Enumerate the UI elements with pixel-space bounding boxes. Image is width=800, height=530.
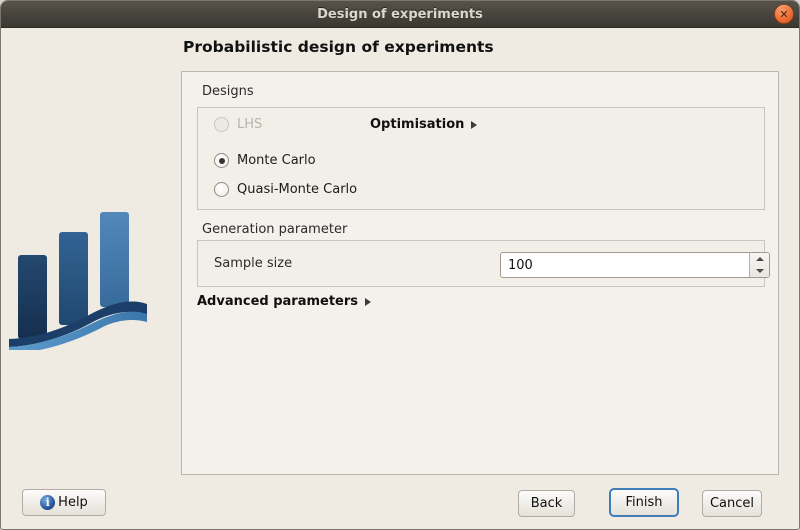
logo-bar-3: [100, 212, 129, 307]
content-panel: Designs LHS Optimisation Monte Carlo Qua…: [181, 71, 779, 475]
help-button[interactable]: i Help: [22, 489, 106, 516]
radio-row-lhs: LHS: [214, 117, 262, 132]
chevron-right-icon: [471, 121, 477, 129]
back-button[interactable]: Back: [518, 490, 575, 517]
chevron-right-icon: [365, 298, 371, 306]
help-button-label: Help: [58, 495, 88, 510]
cancel-button[interactable]: Cancel: [702, 490, 762, 517]
dialog-window: Design of experiments ✕ Probabilistic de…: [0, 0, 800, 530]
spin-down-button[interactable]: [750, 265, 769, 277]
info-glyph: i: [46, 496, 50, 509]
spin-up-button[interactable]: [750, 253, 769, 265]
back-button-label: Back: [531, 496, 563, 511]
sample-size-input[interactable]: [501, 253, 749, 277]
designs-section-label: Designs: [202, 84, 254, 99]
cancel-button-label: Cancel: [710, 496, 754, 511]
close-button[interactable]: ✕: [774, 4, 794, 24]
page-title: Probabilistic design of experiments: [183, 38, 494, 56]
designs-groupbox: LHS Optimisation Monte Carlo Quasi-Monte…: [197, 107, 765, 210]
advanced-parameters-expander[interactable]: Advanced parameters: [197, 294, 371, 309]
radio-row-quasi-monte-carlo[interactable]: Quasi-Monte Carlo: [214, 182, 357, 197]
sample-size-spinbox: [500, 252, 770, 278]
logo-bar-1: [18, 255, 47, 339]
generation-section-label: Generation parameter: [202, 222, 347, 237]
arrow-up-icon: [756, 257, 764, 261]
radio-quasi-monte-carlo-label: Quasi-Monte Carlo: [237, 182, 357, 197]
radio-lhs: [214, 117, 229, 132]
logo-bar-2: [59, 232, 88, 325]
close-icon: ✕: [779, 8, 788, 21]
advanced-parameters-label: Advanced parameters: [197, 294, 358, 309]
info-icon: i: [40, 495, 55, 510]
persalys-logo: [9, 205, 151, 350]
window-title: Design of experiments: [317, 7, 483, 22]
spinner-buttons: [749, 253, 769, 277]
finish-button-label: Finish: [625, 495, 662, 510]
sample-size-label: Sample size: [214, 256, 292, 271]
radio-monte-carlo-label: Monte Carlo: [237, 153, 316, 168]
radio-quasi-monte-carlo[interactable]: [214, 182, 229, 197]
optimisation-expander[interactable]: Optimisation: [370, 117, 477, 132]
radio-monte-carlo[interactable]: [214, 153, 229, 168]
optimisation-label: Optimisation: [370, 117, 464, 132]
radio-row-monte-carlo[interactable]: Monte Carlo: [214, 153, 316, 168]
arrow-down-icon: [756, 269, 764, 273]
finish-button[interactable]: Finish: [609, 488, 679, 517]
generation-groupbox: Sample size: [197, 240, 765, 287]
titlebar: Design of experiments ✕: [1, 1, 799, 28]
radio-lhs-label: LHS: [237, 117, 262, 132]
